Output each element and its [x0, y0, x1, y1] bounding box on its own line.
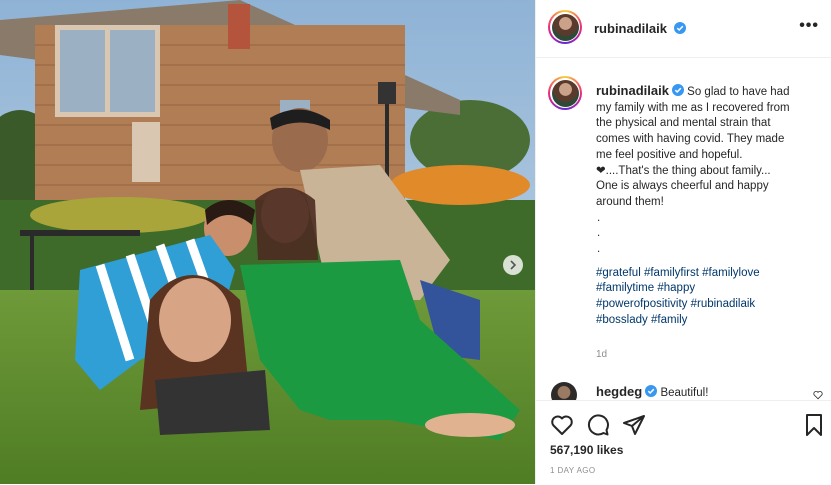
caption-text: rubinadilaik So glad to have had my fami… [596, 83, 821, 329]
hashtag-link[interactable]: #familytime [596, 282, 654, 294]
comment-heart-icon[interactable] [813, 390, 823, 400]
share-icon[interactable] [622, 413, 646, 437]
post-actions: 567,190 likes 1 DAY AGO [536, 400, 831, 485]
caption-line: comes with having covid. They made [596, 133, 785, 146]
heart-icon[interactable] [550, 413, 574, 437]
caption-line: ❤....That's the thing about family... [596, 164, 771, 177]
comment-username[interactable]: hegdeg [596, 384, 642, 399]
hashtag-link[interactable]: #family [651, 314, 687, 326]
verified-icon [674, 22, 687, 34]
caption-line: So glad to have had [683, 86, 790, 98]
bookmark-icon[interactable] [802, 413, 826, 437]
caption-line: around them! [596, 195, 664, 208]
hashtag-link[interactable]: #rubinadilaik [691, 298, 756, 310]
hashtag-link[interactable]: #powerofpositivity [596, 298, 687, 310]
verified-icon [671, 84, 684, 96]
verified-icon [645, 385, 658, 397]
post-header: rubinadilaik ••• [536, 0, 831, 58]
post-side-panel: rubinadilaik ••• rubinadilaik So glad to… [535, 0, 831, 485]
photo-scene [0, 0, 535, 484]
hashtag-link[interactable]: #familyfirst [644, 267, 699, 279]
comment-icon[interactable] [586, 413, 610, 437]
caption-line: me feel positive and hopeful. [596, 148, 743, 161]
hashtag-link[interactable]: #familylove [702, 267, 760, 279]
next-image-button[interactable] [503, 255, 523, 275]
caption-line: the physical and mental strain that [596, 117, 771, 130]
hashtag-link[interactable]: #happy [657, 282, 695, 294]
caption-username[interactable]: rubinadilaik [596, 83, 669, 98]
header-username[interactable]: rubinadilaik [594, 20, 687, 38]
caption-line: my family with me as I recovered from [596, 101, 790, 114]
caption-dot: . [597, 227, 601, 240]
avatar[interactable] [548, 10, 582, 44]
caption-line: One is always cheerful and happy [596, 180, 769, 193]
next-arrow-icon [510, 260, 517, 270]
like-count[interactable]: 567,190 likes [550, 443, 623, 457]
caption-dot: . [597, 243, 601, 255]
post-timestamp[interactable]: 1 DAY AGO [550, 466, 596, 475]
hashtag-link[interactable]: #bosslady [596, 314, 648, 326]
more-options-icon[interactable]: ••• [799, 18, 819, 34]
caption-dot: . [597, 211, 601, 224]
caption-avatar[interactable] [548, 76, 582, 110]
hashtag-link[interactable]: #grateful [596, 267, 641, 279]
comment-text: Beautiful! [660, 387, 709, 399]
post-photo[interactable] [0, 0, 535, 484]
caption-timestamp[interactable]: 1d [596, 349, 607, 360]
